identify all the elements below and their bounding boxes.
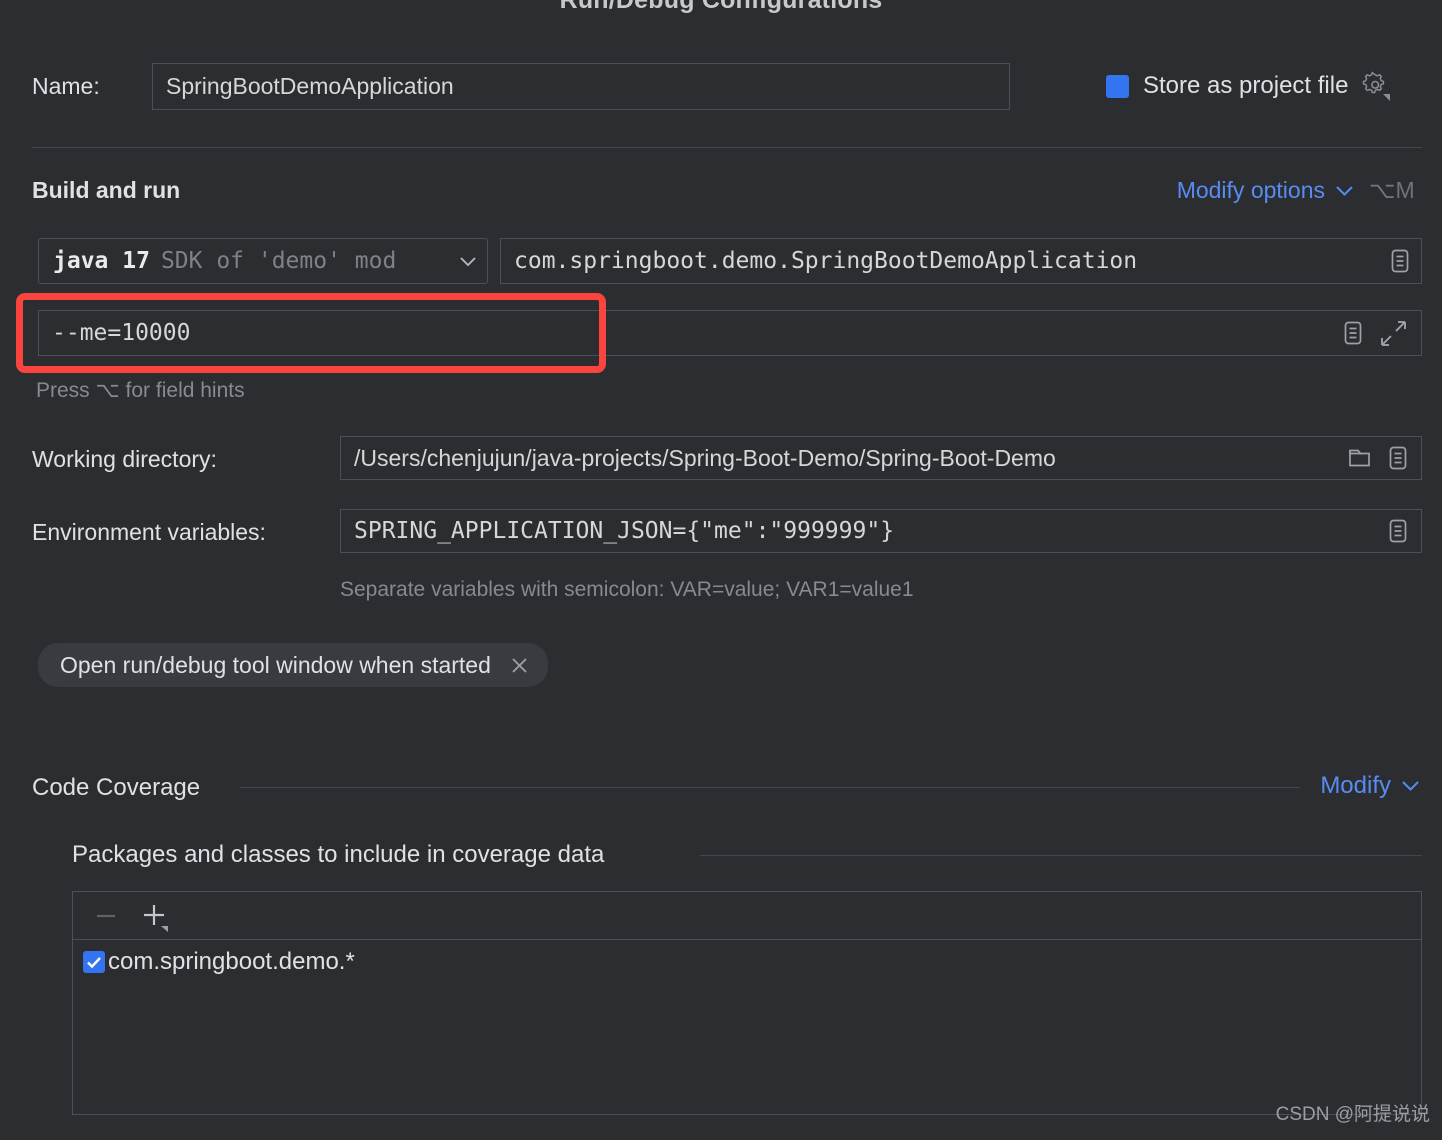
- expand-editor-icon[interactable]: [1380, 320, 1407, 347]
- field-hint-text: Press ⌥ for field hints: [36, 379, 245, 402]
- plus-icon[interactable]: [139, 900, 171, 932]
- sdk-selector[interactable]: java 17 SDK of 'demo' mod: [38, 238, 488, 284]
- minus-icon: [91, 901, 121, 931]
- gear-icon[interactable]: [1362, 71, 1391, 101]
- expand-list-icon[interactable]: [1389, 247, 1411, 275]
- modify-options-shortcut: ⌥M: [1369, 177, 1415, 203]
- expand-list-icon[interactable]: [1342, 319, 1364, 347]
- name-label: Name:: [32, 73, 100, 99]
- working-directory-label: Working directory:: [32, 446, 217, 472]
- build-and-run-title: Build and run: [32, 177, 181, 203]
- expand-list-icon[interactable]: [1387, 444, 1409, 472]
- working-directory-value: /Users/chenjujun/java-projects/Spring-Bo…: [354, 444, 1056, 471]
- option-chip-label: Open run/debug tool window when started: [60, 651, 491, 678]
- main-class-input[interactable]: com.springboot.demo.SpringBootDemoApplic…: [500, 238, 1422, 284]
- watermark: CSDN @阿提说说: [1275, 1104, 1430, 1125]
- code-coverage-separator: [240, 787, 1300, 788]
- name-input-value: SpringBootDemoApplication: [166, 73, 454, 99]
- working-directory-input[interactable]: /Users/chenjujun/java-projects/Spring-Bo…: [340, 436, 1422, 480]
- environment-variables-hint: Separate variables with semicolon: VAR=v…: [340, 578, 914, 601]
- coverage-list-toolbar: [73, 892, 1421, 940]
- code-coverage-modify-label: Modify: [1320, 772, 1391, 799]
- option-chip-open-tool-window[interactable]: Open run/debug tool window when started: [38, 643, 548, 687]
- environment-variables-label: Environment variables:: [32, 519, 266, 545]
- dialog-title: Run/Debug Configurations: [559, 0, 883, 14]
- modify-options-label: Modify options: [1176, 177, 1325, 203]
- coverage-item-pattern: com.springboot.demo.*: [108, 948, 355, 975]
- program-arguments-value: --me=10000: [52, 320, 191, 346]
- store-as-project-file-checkbox[interactable]: [1106, 74, 1129, 98]
- coverage-item-checkbox[interactable]: [83, 951, 105, 973]
- environment-variables-value: SPRING_APPLICATION_JSON={"me":"999999"}: [354, 518, 895, 544]
- run-debug-configurations-dialog: Run/Debug Configurations Name: SpringBoo…: [0, 0, 1442, 1140]
- environment-variables-input[interactable]: SPRING_APPLICATION_JSON={"me":"999999"}: [340, 509, 1422, 553]
- name-separator: [32, 147, 1422, 148]
- expand-list-icon[interactable]: [1387, 517, 1409, 545]
- coverage-list-panel[interactable]: com.springboot.demo.*: [72, 891, 1422, 1115]
- main-class-value: com.springboot.demo.SpringBootDemoApplic…: [514, 248, 1138, 274]
- coverage-packages-title: Packages and classes to include in cover…: [72, 841, 605, 868]
- chevron-down-icon: [1335, 185, 1354, 197]
- code-coverage-modify-button[interactable]: Modify: [1320, 772, 1420, 800]
- name-input[interactable]: SpringBootDemoApplication: [152, 63, 1010, 110]
- chevron-down-icon: [1401, 780, 1420, 792]
- coverage-packages-separator: [700, 855, 1422, 856]
- folder-icon[interactable]: [1347, 445, 1373, 471]
- modify-options-button[interactable]: Modify options: [1177, 177, 1354, 204]
- close-icon[interactable]: [509, 655, 530, 676]
- sdk-description: SDK of 'demo' mod: [160, 248, 397, 274]
- store-as-project-file-label: Store as project file: [1143, 72, 1349, 99]
- sdk-name: java 17: [53, 248, 150, 274]
- chevron-down-icon[interactable]: [451, 256, 477, 267]
- code-coverage-title: Code Coverage: [32, 774, 201, 801]
- coverage-list-item[interactable]: com.springboot.demo.*: [73, 940, 1421, 976]
- program-arguments-input[interactable]: --me=10000: [38, 310, 1422, 356]
- store-as-project-file-row[interactable]: Store as project file: [1106, 71, 1391, 101]
